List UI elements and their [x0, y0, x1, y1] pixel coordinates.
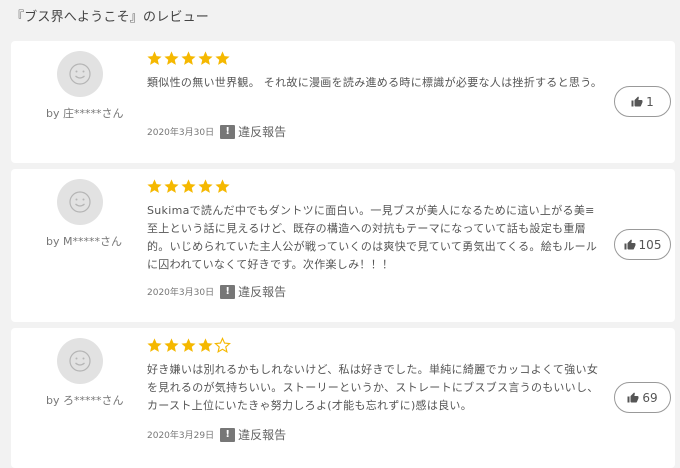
smiley-face-icon [69, 350, 91, 372]
star-filled-icon [198, 338, 213, 352]
review-text: Sukimaで読んだ中でもダントツに面白い。一見ブスが美人になるために這い上がる… [147, 204, 598, 271]
report-link[interactable]: 違反報告 [238, 283, 286, 300]
like-button[interactable]: 105 [614, 229, 671, 260]
star-filled-icon [181, 338, 196, 352]
star-rating [146, 50, 231, 67]
reviewer-name: by M*****さん [46, 235, 122, 248]
review-card: by M*****さん Sukimaで読んだ中でもダントツに面白い。一見ブスが美… [11, 169, 675, 322]
like-count: 105 [638, 237, 662, 252]
star-rating [146, 337, 231, 354]
star-filled-icon [181, 51, 196, 65]
like-count: 69 [642, 390, 658, 405]
review-card: by ろ*****さん 好き嫌いは別れるかもしれないけど、私は好きでした。単純に… [11, 328, 675, 468]
reviewer-name: by 庄*****さん [46, 107, 124, 120]
star-filled-icon [181, 179, 196, 193]
like-button[interactable]: 1 [614, 86, 671, 117]
smiley-face-icon [69, 191, 91, 213]
star-filled-icon [147, 51, 162, 65]
review-text: 好き嫌いは別れるかもしれないけど、私は好きでした。単純に綺麗でカッコよくて強い女… [147, 363, 599, 412]
star-filled-icon [164, 338, 179, 352]
like-button[interactable]: 69 [614, 382, 671, 413]
report-icon[interactable] [220, 284, 236, 299]
star-filled-icon [164, 179, 179, 193]
reviewer-name: by ろ*****さん [46, 394, 124, 407]
review-date: 2020年3月30日 [147, 288, 215, 298]
thumbs-up-icon [624, 239, 636, 249]
star-filled-icon [164, 51, 179, 65]
like-count: 1 [646, 94, 654, 109]
thumbs-up-icon [627, 392, 639, 402]
star-filled-icon [147, 179, 162, 193]
star-filled-icon [215, 179, 230, 193]
avatar [57, 338, 103, 384]
review-date: 2020年3月29日 [147, 431, 215, 441]
star-empty-icon [214, 337, 231, 354]
report-link[interactable]: 違反報告 [238, 426, 286, 443]
review-card: by 庄*****さん 類似性の無い世界観。 それ故に漫画を読み進める時に標識が… [11, 41, 675, 163]
star-filled-icon [198, 51, 213, 65]
smiley-face-icon [69, 63, 91, 85]
star-rating [146, 178, 231, 195]
review-meta: 2020年3月30日 違反報告 [147, 123, 286, 140]
star-filled-icon [215, 51, 230, 65]
report-icon[interactable] [220, 124, 236, 139]
star-filled-icon [147, 338, 162, 352]
review-text: 類似性の無い世界観。 それ故に漫画を読み進める時に標識が必要な人は挫折すると思う… [147, 76, 603, 89]
report-icon[interactable] [220, 427, 236, 442]
page-title: 『ブス界へようこそ』のレビュー [11, 10, 210, 25]
review-meta: 2020年3月30日 違反報告 [147, 283, 286, 300]
avatar [57, 179, 103, 225]
review-meta: 2020年3月29日 違反報告 [147, 426, 286, 443]
review-date: 2020年3月30日 [147, 128, 215, 138]
report-link[interactable]: 違反報告 [238, 123, 286, 140]
avatar [57, 51, 103, 97]
star-filled-icon [198, 179, 213, 193]
thumbs-up-icon [631, 96, 643, 106]
